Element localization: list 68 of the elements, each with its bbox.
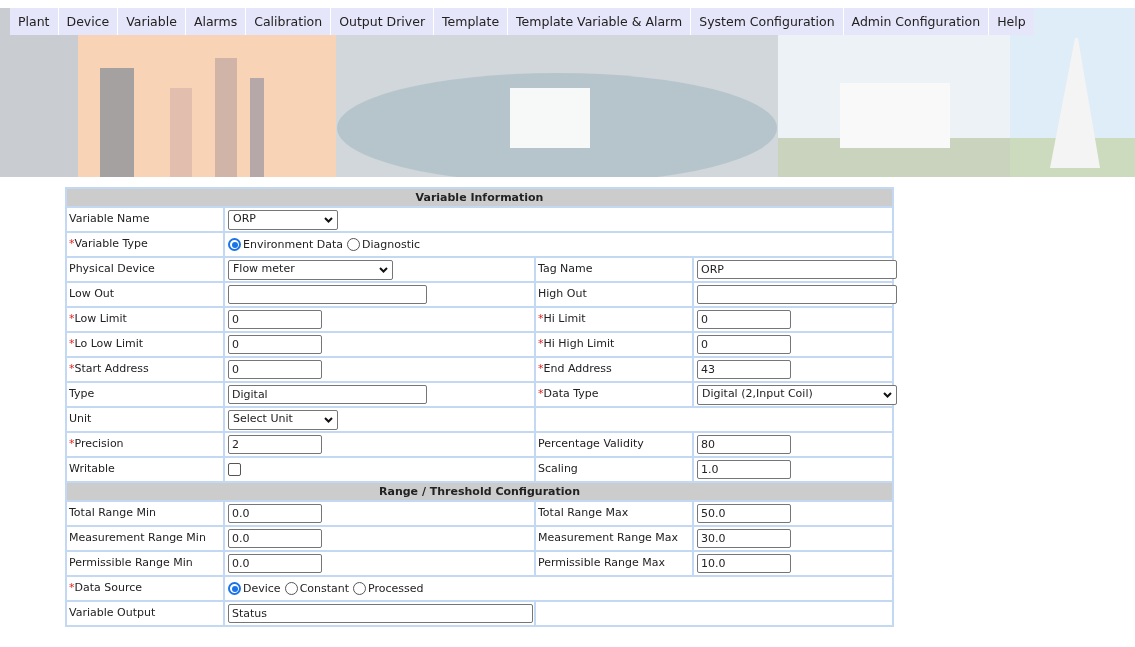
input-field[interactable]: Status: [228, 604, 533, 623]
dropdown[interactable]: Flow meter: [228, 259, 393, 280]
radio-button[interactable]: [284, 582, 298, 595]
field-label: Tag Name: [538, 262, 593, 276]
input-field[interactable]: 0: [228, 335, 322, 354]
input-field[interactable]: 1.0: [697, 460, 791, 479]
field-label: Unit: [69, 412, 92, 426]
field-label: *Data Type: [538, 387, 599, 401]
field-label: Permissible Range Min: [69, 556, 193, 570]
field-label: Scaling: [538, 462, 578, 476]
dropdown[interactable]: ORP: [228, 209, 338, 230]
input-field[interactable]: 0: [697, 310, 791, 329]
chevron-down-icon: [324, 216, 333, 223]
input-field[interactable]: Digital: [228, 385, 427, 404]
field-label: *Start Address: [69, 362, 149, 376]
input-field[interactable]: 0.0: [228, 554, 322, 573]
radio-label: Processed: [368, 581, 424, 598]
input-field[interactable]: 0: [228, 360, 322, 379]
section-header: Variable Information: [67, 189, 892, 206]
input-field[interactable]: 0.0: [228, 504, 322, 523]
input-field[interactable]: 30.0: [697, 529, 791, 548]
field-label: Measurement Range Min: [69, 531, 206, 545]
field-label: *Hi Limit: [538, 312, 586, 326]
input-field[interactable]: 0: [697, 335, 791, 354]
input-field[interactable]: [697, 285, 897, 304]
input-field[interactable]: 43: [697, 360, 791, 379]
input-field[interactable]: 2: [228, 435, 322, 454]
field-label: Type: [69, 387, 95, 401]
field-label: *Variable Type: [69, 237, 148, 251]
field-label: Permissible Range Max: [538, 556, 666, 570]
dropdown[interactable]: Digital (2,Input Coil): [697, 384, 897, 405]
chevron-down-icon: [379, 266, 388, 273]
radio-label: Device: [243, 581, 281, 598]
chevron-down-icon: [883, 391, 892, 398]
dropdown[interactable]: Select Unit: [228, 409, 338, 430]
section-header: Range / Threshold Configuration: [67, 483, 892, 500]
field-label: *Precision: [69, 437, 124, 451]
input-field[interactable]: 80: [697, 435, 791, 454]
field-label: *Hi High Limit: [538, 337, 615, 351]
chevron-down-icon: [324, 416, 333, 423]
input-field[interactable]: 10.0: [697, 554, 791, 573]
radio-button[interactable]: [228, 582, 241, 595]
checkbox[interactable]: [228, 463, 241, 476]
input-field[interactable]: [228, 285, 427, 304]
radio-button[interactable]: [353, 582, 367, 595]
input-field[interactable]: ORP: [697, 260, 897, 279]
field-label: Variable Output: [69, 606, 156, 620]
field-label: Total Range Min: [69, 506, 157, 520]
field-label: Percentage Validity: [538, 437, 644, 451]
radio-label: Environment Data: [243, 237, 343, 254]
input-field[interactable]: 50.0: [697, 504, 791, 523]
field-label: Low Out: [69, 287, 115, 301]
input-field[interactable]: 0: [228, 310, 322, 329]
field-label: *End Address: [538, 362, 612, 376]
field-label: High Out: [538, 287, 587, 301]
field-label: Total Range Max: [538, 506, 629, 520]
field-label: Physical Device: [69, 262, 155, 276]
field-label: Measurement Range Max: [538, 531, 679, 545]
radio-button[interactable]: [228, 238, 241, 251]
field-label: Variable Name: [69, 212, 150, 226]
input-field[interactable]: 0.0: [228, 529, 322, 548]
field-label: *Data Source: [69, 581, 143, 595]
radio-label: Constant: [299, 581, 350, 598]
field-label: *Low Limit: [69, 312, 127, 326]
field-label: Writable: [69, 462, 115, 476]
radio-button[interactable]: [347, 238, 360, 251]
field-label: *Lo Low Limit: [69, 337, 144, 351]
radio-label: Diagnostic: [362, 237, 421, 254]
